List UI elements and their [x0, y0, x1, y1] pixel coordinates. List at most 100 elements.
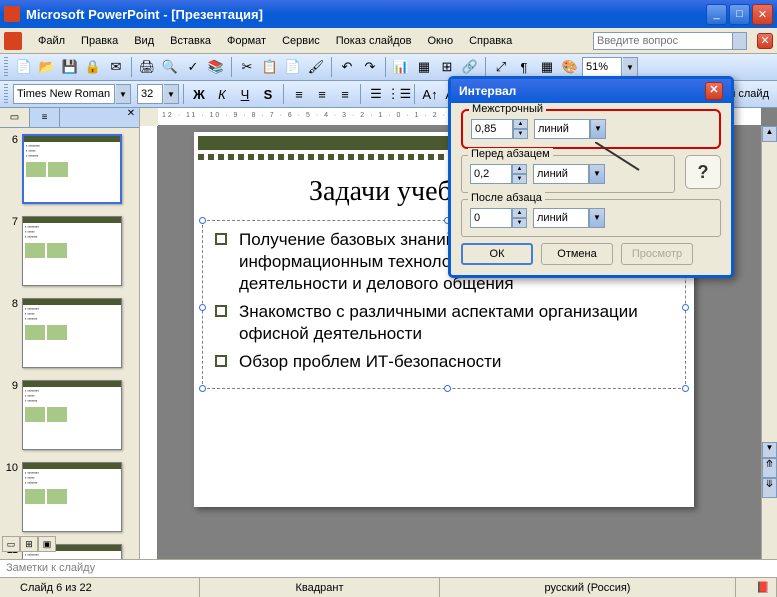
new-icon[interactable]: 📄 [13, 56, 35, 78]
thumbnail-row[interactable]: 9 ▪ ▪▪▪▪▪▪▪▪▪ ▪▪▪▪▪▪ ▪▪▪▪▪▪▪ [0, 374, 139, 456]
hyperlink-icon[interactable]: 🔗 [459, 56, 481, 78]
dropdown-icon[interactable]: ▼ [590, 119, 606, 139]
show-formatting-icon[interactable]: ¶ [513, 56, 535, 78]
spin-up-icon[interactable]: ▲ [513, 119, 528, 129]
thumbnail-row[interactable]: 10 ▪ ▪▪▪▪▪▪▪▪▪ ▪▪▪▪▪▪ ▪▪▪▪▪▪▪ [0, 456, 139, 538]
increase-font-icon[interactable]: A↑ [419, 83, 441, 105]
zoom-dropdown[interactable]: ▼ [623, 57, 638, 77]
slide-thumbnail[interactable]: ▪ ▪▪▪▪▪▪▪▪▪ ▪▪▪▪▪▪ ▪▪▪▪▪▪▪ [22, 380, 122, 450]
undo-icon[interactable]: ↶ [336, 56, 358, 78]
zoom-combo[interactable]: 51% [582, 57, 622, 77]
pane-close-icon[interactable]: ✕ [123, 108, 139, 127]
tables-borders-icon[interactable]: ⊞ [436, 56, 458, 78]
help-search-input[interactable] [593, 32, 733, 50]
table-icon[interactable]: ▦ [413, 56, 435, 78]
ok-button[interactable]: ОК [461, 243, 533, 265]
menu-view[interactable]: Вид [126, 33, 162, 49]
close-button[interactable]: ✕ [752, 4, 773, 25]
vertical-scrollbar[interactable]: ▲ ▼ ⤊ ⤋ [761, 126, 777, 559]
thumbnail-row[interactable]: 7 ▪ ▪▪▪▪▪▪▪▪▪ ▪▪▪▪▪▪ ▪▪▪▪▪▪▪ [0, 210, 139, 292]
menu-window[interactable]: Окно [420, 33, 462, 49]
dialog-close-button[interactable]: ✕ [705, 82, 723, 100]
slides-tab[interactable]: ▭ [0, 108, 30, 127]
slide-thumbnail[interactable]: ▪ ▪▪▪▪▪▪▪▪▪ ▪▪▪▪▪▪ ▪▪▪▪▪▪▪ [22, 216, 122, 286]
format-painter-icon[interactable]: 🖌 [305, 56, 327, 78]
chart-icon[interactable]: 📊 [390, 56, 412, 78]
menu-edit[interactable]: Правка [73, 33, 126, 49]
bullet-text[interactable]: Знакомство с различными аспектами органи… [239, 301, 677, 345]
normal-view-icon[interactable]: ▭ [2, 536, 20, 552]
spell-icon[interactable]: ✓ [182, 56, 204, 78]
dialog-title-bar[interactable]: Интервал ✕ [451, 79, 731, 103]
spin-up-icon[interactable]: ▲ [512, 208, 527, 218]
line-spacing-input[interactable] [471, 119, 513, 139]
slide-thumbnail[interactable]: ▪ ▪▪▪▪▪▪▪▪▪ ▪▪▪▪▪▪ ▪▪▪▪▪▪▪ [22, 462, 122, 532]
after-input[interactable] [470, 208, 512, 228]
next-slide-icon[interactable]: ⤋ [762, 478, 777, 498]
preview-button[interactable]: Просмотр [621, 243, 693, 265]
menu-tools[interactable]: Сервис [274, 33, 328, 49]
doc-close-button[interactable]: ✕ [757, 33, 773, 49]
copy-icon[interactable]: 📋 [259, 56, 281, 78]
notes-pane[interactable]: Заметки к слайду [0, 559, 777, 577]
print-icon[interactable]: 🖨 [136, 56, 158, 78]
minimize-button[interactable]: _ [706, 4, 727, 25]
email-icon[interactable]: ✉ [105, 56, 127, 78]
italic-icon[interactable]: К [211, 83, 233, 105]
vertical-ruler[interactable] [140, 126, 158, 559]
underline-icon[interactable]: Ч [234, 83, 256, 105]
spin-down-icon[interactable]: ▼ [512, 174, 527, 184]
font-size-combo[interactable]: 32 [137, 84, 163, 104]
dropdown-icon[interactable]: ▼ [589, 208, 605, 228]
help-search-dropdown[interactable] [733, 32, 747, 50]
scroll-up-icon[interactable]: ▲ [762, 126, 777, 142]
menu-file[interactable]: Файл [30, 33, 73, 49]
menu-insert[interactable]: Вставка [162, 33, 219, 49]
outline-tab[interactable]: ≡ [30, 108, 60, 127]
research-icon[interactable]: 📚 [205, 56, 227, 78]
menu-slideshow[interactable]: Показ слайдов [328, 33, 420, 49]
shadow-icon[interactable]: S [257, 83, 279, 105]
before-input[interactable] [470, 164, 512, 184]
spin-up-icon[interactable]: ▲ [512, 164, 527, 174]
open-icon[interactable]: 📂 [36, 56, 58, 78]
help-callout[interactable]: ? [685, 155, 721, 189]
bullet-text[interactable]: Обзор проблем ИТ-безопасности [239, 351, 501, 373]
line-spacing-unit-select[interactable] [534, 119, 590, 139]
font-name-dropdown[interactable]: ▼ [116, 84, 131, 104]
before-unit-select[interactable] [533, 164, 589, 184]
font-name-combo[interactable]: Times New Roman [13, 84, 115, 104]
align-center-icon[interactable]: ≡ [311, 83, 333, 105]
slide-thumbnail[interactable]: ▪ ▪▪▪▪▪▪▪▪▪ ▪▪▪▪▪▪ ▪▪▪▪▪▪▪ [22, 134, 122, 204]
bold-icon[interactable]: Ж [188, 83, 210, 105]
menu-format[interactable]: Формат [219, 33, 274, 49]
toolbar-handle[interactable] [4, 84, 8, 104]
scroll-down-icon[interactable]: ▼ [762, 442, 777, 458]
grid-icon[interactable]: ▦ [536, 56, 558, 78]
align-left-icon[interactable]: ≡ [288, 83, 310, 105]
dropdown-icon[interactable]: ▼ [589, 164, 605, 184]
spin-down-icon[interactable]: ▼ [513, 129, 528, 139]
slideshow-view-icon[interactable]: ▣ [38, 536, 56, 552]
color-icon[interactable]: 🎨 [559, 56, 581, 78]
spin-down-icon[interactable]: ▼ [512, 218, 527, 228]
preview-icon[interactable]: 🔍 [159, 56, 181, 78]
cancel-button[interactable]: Отмена [541, 243, 613, 265]
cut-icon[interactable]: ✂ [236, 56, 258, 78]
maximize-button[interactable]: □ [729, 4, 750, 25]
after-unit-select[interactable] [533, 208, 589, 228]
align-right-icon[interactable]: ≡ [334, 83, 356, 105]
expand-icon[interactable]: ⤢ [490, 56, 512, 78]
paste-icon[interactable]: 📄 [282, 56, 304, 78]
font-size-dropdown[interactable]: ▼ [164, 84, 179, 104]
thumbnail-row[interactable]: 6 ▪ ▪▪▪▪▪▪▪▪▪ ▪▪▪▪▪▪ ▪▪▪▪▪▪▪ [0, 128, 139, 210]
redo-icon[interactable]: ↷ [359, 56, 381, 78]
prev-slide-icon[interactable]: ⤊ [762, 458, 777, 478]
toolbar-handle[interactable] [4, 57, 8, 77]
menu-help[interactable]: Справка [461, 33, 520, 49]
numbering-icon[interactable]: ☰ [365, 83, 387, 105]
save-icon[interactable]: 💾 [59, 56, 81, 78]
thumbnail-row[interactable]: 8 ▪ ▪▪▪▪▪▪▪▪▪ ▪▪▪▪▪▪ ▪▪▪▪▪▪▪ [0, 292, 139, 374]
slide-thumbnail[interactable]: ▪ ▪▪▪▪▪▪▪▪▪ ▪▪▪▪▪▪ ▪▪▪▪▪▪▪ [22, 298, 122, 368]
sorter-view-icon[interactable]: ⊞ [20, 536, 38, 552]
